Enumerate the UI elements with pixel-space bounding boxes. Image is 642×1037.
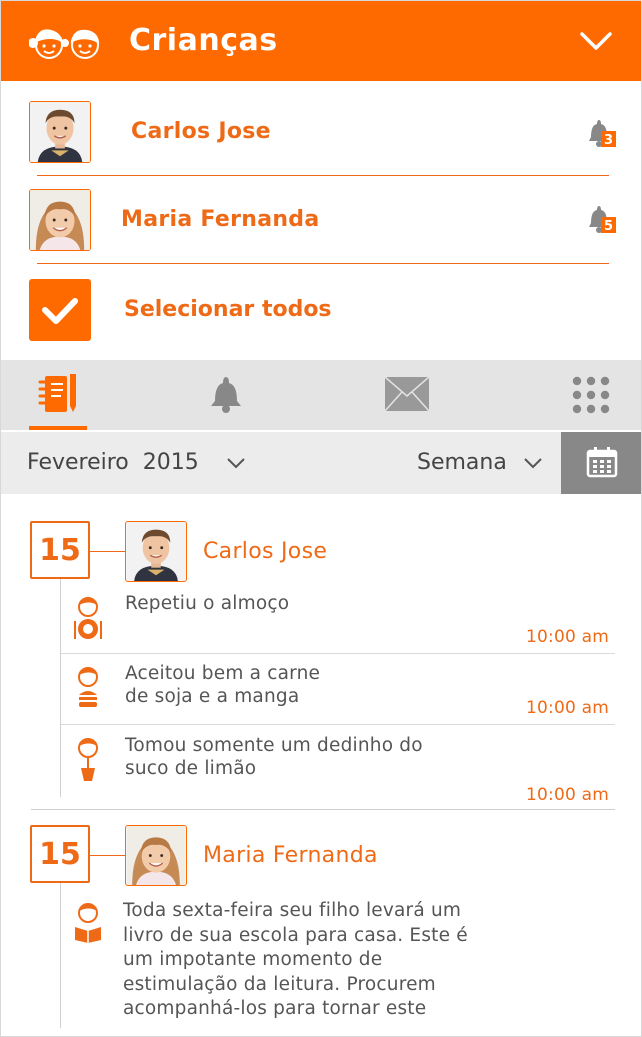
feed-item-text: Repetiu o almoço [125,593,290,614]
filter-bar: Fevereiro 2015 Semana [1,432,641,494]
connector-line [90,855,125,856]
chevron-down-icon[interactable] [226,456,246,470]
group-divider [31,809,615,810]
kid-eating-icon [74,597,102,639]
children-header[interactable]: Crianças [1,1,641,81]
feed-item-text: Toda sexta-feira seu filho levará um liv… [123,900,468,1020]
select-all-label: Selecionar todos [124,297,332,322]
date-badge: 15 [30,825,90,883]
feed-child-name: Maria Fernanda [203,843,378,868]
connector-line [90,551,125,552]
period-selector[interactable]: Semana [417,450,507,475]
header-title: Crianças [129,23,278,58]
date-day: 15 [39,837,81,872]
tab-menu[interactable] [551,360,641,430]
child-row-maria[interactable]: Maria Fernanda 5 [1,177,641,265]
divider [37,263,609,264]
feed-item-time: 10:00 am [526,785,609,805]
date-day: 15 [39,533,81,568]
child-name: Maria Fernanda [121,207,320,232]
select-all-row[interactable]: Selecionar todos [1,271,641,351]
avatar [125,825,187,886]
boy-photo [30,102,90,162]
child-row-carlos[interactable]: Carlos Jose 3 [1,89,641,177]
checkmark-icon [42,298,78,324]
tab-notifications[interactable] [186,360,266,430]
date-badge: 15 [30,521,90,579]
divider [37,175,609,176]
notebook-pen-icon [38,374,76,412]
app-screen: Crianças Carlos Jose 3 Maria Fernanda 5 … [0,0,642,1037]
girl-photo [126,826,186,885]
kid-burger-icon [78,667,98,707]
timeline-line [60,579,61,797]
calendar-button[interactable] [561,432,641,494]
avatar [125,521,187,582]
tab-bar [1,360,641,430]
bell-icon[interactable]: 3 [579,115,619,155]
notification-count: 5 [604,219,613,234]
tab-agenda[interactable] [1,360,121,430]
child-name: Carlos Jose [131,119,271,144]
avatar [29,189,91,251]
grid-dots-icon [572,376,610,414]
month-selector[interactable]: Fevereiro 2015 [27,450,199,475]
item-divider [61,653,615,654]
select-all-checkbox[interactable] [29,279,91,341]
chevron-down-icon[interactable] [579,29,613,53]
feed-item-time: 10:00 am [526,627,609,647]
item-divider [61,724,615,725]
bell-icon [211,377,241,413]
chevron-down-icon[interactable] [523,456,543,470]
feed-item-text: Aceitou bem a carne de soja e a manga [125,663,321,707]
year-label: 2015 [142,450,199,475]
tab-messages[interactable] [371,360,451,430]
kids-faces-icon [29,29,100,59]
kid-drink-icon [78,738,98,781]
month-label: Fevereiro [27,450,129,475]
envelope-icon [384,376,430,412]
feed-item-time: 10:00 am [526,698,609,718]
calendar-icon [586,447,618,478]
feed-child-name: Carlos Jose [203,539,328,564]
bell-icon[interactable]: 5 [579,201,619,241]
active-tab-indicator [29,426,87,430]
notification-count: 3 [604,133,613,148]
girl-photo [30,190,90,250]
feed-item-text: Tomou somente um dedinho do suco de limão [125,735,423,779]
boy-photo [126,522,186,581]
kid-reading-icon [75,903,101,943]
timeline-line [60,883,61,1028]
avatar [29,101,91,163]
